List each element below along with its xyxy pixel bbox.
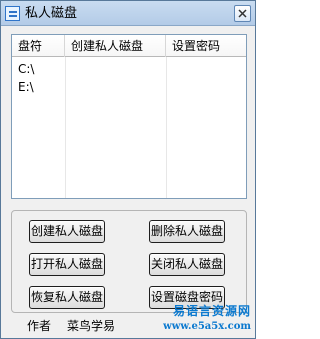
- drive-letter-cell: E:\: [18, 80, 34, 94]
- title-bar[interactable]: 私人磁盘: [1, 1, 255, 26]
- open-private-disk-button[interactable]: 打开私人磁盘: [29, 253, 105, 276]
- close-icon: [238, 9, 247, 18]
- app-window: 私人磁盘 盘符 创建私人磁盘 设置密码 C:\ E:\ 创建私人磁盘 删除私人磁…: [0, 0, 256, 339]
- table-row[interactable]: E:\: [12, 78, 246, 96]
- restore-private-disk-button[interactable]: 恢复私人磁盘: [29, 286, 105, 309]
- watermark-url-text: www.e5a5x.com: [163, 321, 251, 332]
- column-create-private-disk[interactable]: 创建私人磁盘: [65, 35, 166, 57]
- app-icon: [5, 6, 20, 21]
- set-disk-password-button[interactable]: 设置磁盘密码: [149, 286, 225, 309]
- window-title: 私人磁盘: [25, 6, 78, 21]
- list-header: 盘符 创建私人磁盘 设置密码: [12, 35, 246, 57]
- drive-letter-cell: C:\: [18, 62, 35, 76]
- create-private-disk-button[interactable]: 创建私人磁盘: [29, 220, 105, 243]
- author-name: 菜鸟学易: [67, 319, 116, 333]
- disk-list[interactable]: 盘符 创建私人磁盘 设置密码 C:\ E:\: [11, 34, 247, 199]
- action-buttons-group: 创建私人磁盘 删除私人磁盘 打开私人磁盘 关闭私人磁盘 恢复私人磁盘 设置磁盘密…: [11, 210, 247, 313]
- column-drive-letter[interactable]: 盘符: [12, 35, 65, 57]
- delete-private-disk-button[interactable]: 删除私人磁盘: [149, 220, 225, 243]
- close-button[interactable]: [234, 5, 251, 22]
- column-set-password[interactable]: 设置密码: [166, 35, 246, 57]
- table-row[interactable]: C:\: [12, 60, 246, 78]
- close-private-disk-button[interactable]: 关闭私人磁盘: [149, 253, 225, 276]
- author-label: 作者: [27, 319, 52, 333]
